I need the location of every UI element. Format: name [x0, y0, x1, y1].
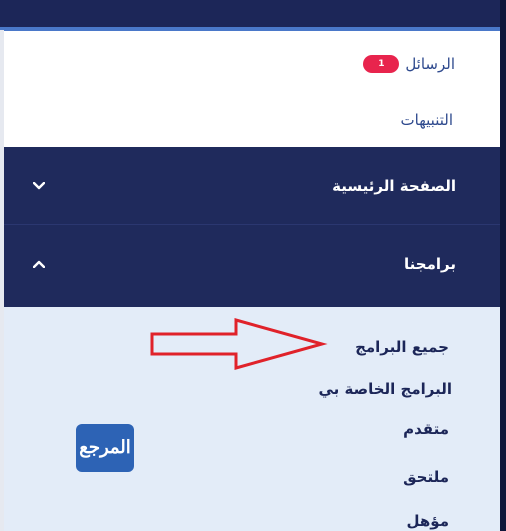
messages-label: الرسائل: [405, 55, 455, 73]
alerts-label: التنبيهات: [400, 111, 453, 129]
submenu-item-all-programs[interactable]: جميع البرامج: [355, 338, 449, 356]
nav-item-home[interactable]: الصفحة الرئيسية: [4, 147, 500, 225]
submenu-item-my-programs[interactable]: البرامج الخاصة بي: [318, 380, 452, 398]
menu-item-alerts[interactable]: التنبيهات: [401, 107, 453, 133]
nav-home-label: الصفحة الرئيسية: [332, 177, 456, 195]
top-bar: [0, 0, 506, 30]
chevron-up-icon: [32, 257, 46, 271]
nav-programs-label: برامجنا: [404, 255, 456, 273]
submenu-item-applied[interactable]: متقدم: [403, 420, 449, 438]
account-panel: الرسائل 1 التنبيهات: [4, 31, 500, 147]
watermark-logo-text: المرجع: [79, 437, 131, 458]
chevron-down-icon: [32, 179, 46, 193]
submenu-item-enrolled[interactable]: ملتحق: [403, 468, 449, 486]
menu-item-messages[interactable]: الرسائل 1: [363, 51, 455, 77]
watermark-logo: المرجع: [76, 424, 134, 472]
right-edge: [500, 0, 506, 531]
red-outline-arrow-icon: [150, 318, 328, 370]
messages-count-badge: 1: [363, 55, 400, 73]
nav-item-programs[interactable]: برامجنا: [4, 225, 500, 303]
submenu-item-qualified[interactable]: مؤهل: [407, 512, 449, 530]
main-nav: الصفحة الرئيسية برامجنا: [4, 147, 500, 307]
